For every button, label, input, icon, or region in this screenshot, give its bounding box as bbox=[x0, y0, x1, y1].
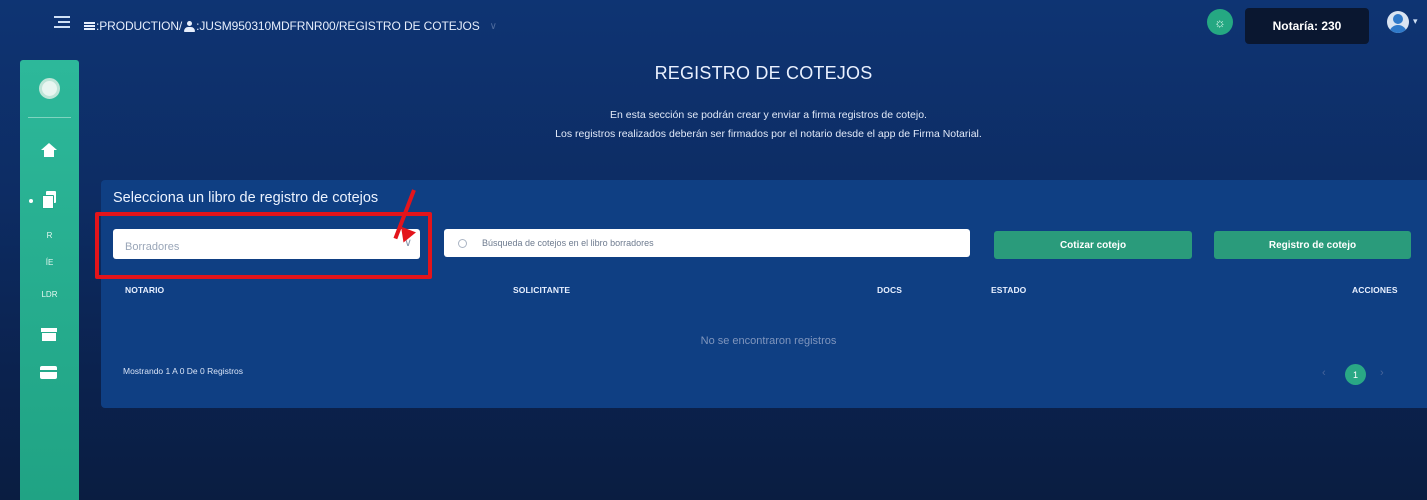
highlight-annotation bbox=[95, 212, 432, 279]
server-icon bbox=[84, 21, 95, 31]
pagination-page[interactable]: 1 bbox=[1345, 364, 1366, 385]
panel-title: Selecciona un libro de registro de cotej… bbox=[113, 190, 379, 206]
sidebar: R ÍE LDR bbox=[20, 60, 79, 500]
documents-icon[interactable] bbox=[42, 191, 56, 209]
empty-message: No se encontraron registros bbox=[700, 335, 837, 347]
user-icon bbox=[184, 20, 196, 32]
breadcrumb-env[interactable]: :PRODUCTION/ bbox=[96, 19, 182, 33]
top-bar: :PRODUCTION/ :JUSM950310MDFRNR00/REGISTR… bbox=[0, 0, 1427, 50]
column-header-docs[interactable]: DOCS bbox=[877, 285, 902, 295]
lightbulb-icon[interactable]: ☼ bbox=[1207, 9, 1233, 35]
column-header-acciones: ACCIONES bbox=[1352, 285, 1398, 295]
search-input[interactable] bbox=[482, 238, 962, 248]
sidebar-item-ldr[interactable]: LDR bbox=[20, 290, 79, 299]
breadcrumb: :PRODUCTION/ :JUSM950310MDFRNR00/REGISTR… bbox=[84, 17, 497, 35]
intro-line-2: Los registros realizados deberán ser fir… bbox=[555, 128, 982, 140]
records-count: Mostrando 1 A 0 De 0 Registros bbox=[123, 366, 244, 376]
registro-cotejo-button[interactable]: Registro de cotejo bbox=[1214, 231, 1411, 259]
avatar[interactable] bbox=[1387, 11, 1409, 33]
breadcrumb-user-path[interactable]: :JUSM950310MDFRNR00/REGISTRO DE COTEJOS bbox=[196, 19, 480, 33]
cotizar-cotejo-button[interactable]: Cotizar cotejo bbox=[994, 231, 1192, 259]
active-indicator bbox=[29, 199, 33, 203]
avatar-caret-icon[interactable]: ▾ bbox=[1413, 16, 1418, 27]
column-header-solicitante[interactable]: SOLICITANTE bbox=[513, 285, 570, 295]
search-icon bbox=[458, 238, 467, 248]
column-header-estado[interactable]: ESTADO bbox=[991, 285, 1026, 295]
menu-toggle-icon[interactable] bbox=[54, 16, 70, 32]
sidebar-item-ie[interactable]: ÍE bbox=[20, 258, 79, 267]
intro-line-1: En esta sección se podrán crear y enviar… bbox=[610, 109, 927, 121]
card-icon[interactable] bbox=[40, 366, 57, 379]
column-header-notario[interactable]: NOTARIO bbox=[125, 285, 164, 295]
chevron-down-icon[interactable]: ∨ bbox=[490, 21, 497, 32]
home-icon[interactable] bbox=[40, 143, 58, 159]
pagination-prev-icon[interactable]: ‹ bbox=[1322, 367, 1326, 379]
pagination-next-icon[interactable]: › bbox=[1380, 367, 1384, 379]
search-field[interactable] bbox=[444, 229, 970, 257]
page-title: REGISTRO DE COTEJOS bbox=[654, 63, 873, 83]
notaria-badge[interactable]: Notaría: 230 bbox=[1245, 8, 1369, 44]
sidebar-item-r[interactable]: R bbox=[20, 231, 79, 240]
